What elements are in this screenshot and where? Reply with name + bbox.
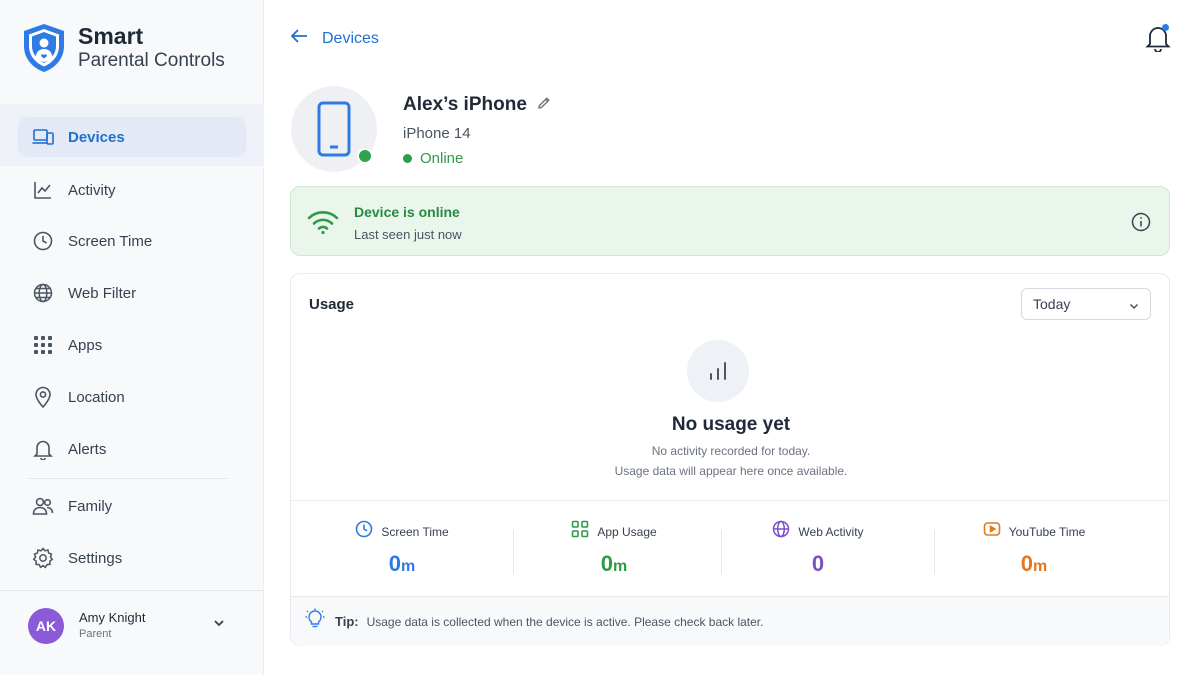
banner-title: Device is online <box>354 204 460 220</box>
gear-icon <box>32 547 54 569</box>
sidebar-item-family[interactable]: Family <box>18 486 246 526</box>
bell-icon <box>32 438 54 460</box>
empty-state-icon <box>687 340 749 402</box>
sidebar-item-label: Screen Time <box>68 232 153 250</box>
stat-label: App Usage <box>597 524 657 539</box>
profile-role: Parent <box>79 628 112 641</box>
usage-title: Usage <box>309 296 355 313</box>
notification-dot <box>1162 24 1169 31</box>
sidebar-item-label: Apps <box>68 336 103 354</box>
chevron-down-icon <box>212 616 226 635</box>
play-icon <box>983 520 1001 543</box>
sidebar-item-location[interactable]: Location <box>18 377 246 417</box>
stat-web-activity: Web Activity 0 <box>713 520 923 580</box>
grid-icon <box>571 520 589 543</box>
clock-icon <box>355 520 373 543</box>
sidebar-item-label: Settings <box>68 549 123 567</box>
device-model: iPhone 14 <box>403 125 471 142</box>
sidebar: Smart Parental Controls Devices Activity <box>0 0 264 675</box>
sidebar-item-label: Location <box>68 388 125 406</box>
line-chart-icon <box>32 179 54 201</box>
nav-divider <box>28 478 228 479</box>
sidebar-item-label: Web Filter <box>68 284 137 302</box>
info-icon <box>1131 212 1151 232</box>
arrow-left-icon <box>290 28 308 49</box>
sidebar-item-web-filter[interactable]: Web Filter <box>18 273 246 313</box>
clock-icon <box>32 230 54 252</box>
status-badge: Online <box>420 150 464 167</box>
device-online-indicator <box>357 148 373 164</box>
status-dot <box>403 154 412 163</box>
sidebar-item-apps[interactable]: Apps <box>18 325 246 365</box>
sidebar-item-alerts[interactable]: Alerts <box>18 429 246 469</box>
stat-label: Screen Time <box>381 524 449 539</box>
brand: Smart Parental Controls <box>20 22 225 74</box>
sidebar-item-screen-time[interactable]: Screen Time <box>18 221 246 261</box>
grid-icon <box>32 334 54 356</box>
period-select-value: Today <box>1033 296 1071 312</box>
stat-app-usage: App Usage 0m <box>509 520 719 580</box>
info-button[interactable] <box>1131 212 1151 237</box>
sidebar-item-activity[interactable]: Activity <box>18 170 246 210</box>
people-icon <box>32 495 54 517</box>
sidebar-item-label: Alerts <box>68 440 107 458</box>
back-to-devices-link[interactable]: Devices <box>290 28 379 49</box>
brand-subtitle: Parental Controls <box>78 49 225 71</box>
period-select[interactable]: Today <box>1021 288 1151 320</box>
stat-screen-time: Screen Time 0m <box>297 520 507 580</box>
online-status-banner: Device is online Last seen just now <box>290 186 1170 256</box>
stat-value: 0m <box>600 551 628 576</box>
bar-chart-icon <box>710 362 726 380</box>
stat-value: 0 <box>811 551 825 576</box>
wifi-icon <box>307 209 339 240</box>
device-name: Alex’s iPhone <box>403 94 527 115</box>
profile-separator <box>0 590 264 591</box>
device-status: Online <box>403 150 463 167</box>
map-pin-icon <box>32 386 54 408</box>
sidebar-item-label: Family <box>68 497 113 515</box>
breadcrumb: Devices <box>322 29 379 47</box>
sidebar-item-label: Devices <box>68 128 125 146</box>
stat-youtube-time: YouTube Time 0m <box>929 520 1139 580</box>
banner-subtitle: Last seen just now <box>354 227 462 242</box>
globe-icon <box>772 520 790 543</box>
empty-state-text: No activity recorded for today. <box>651 444 811 458</box>
pencil-icon <box>537 97 550 109</box>
laptop-phone-icon <box>32 126 54 148</box>
tip-label: Tip: <box>335 614 359 629</box>
profile-name: Amy Knight <box>79 610 146 626</box>
user-profile-menu[interactable]: AK Amy Knight Parent <box>28 606 228 646</box>
stat-value: 0m <box>1020 551 1048 576</box>
device-name-row: Alex’s iPhone <box>403 94 551 116</box>
sidebar-item-devices[interactable]: Devices <box>18 117 246 157</box>
brand-title: Smart <box>78 23 144 50</box>
shield-person-icon <box>24 24 64 72</box>
stat-label: Web Activity <box>798 524 864 539</box>
sidebar-item-settings[interactable]: Settings <box>18 538 246 578</box>
globe-shield-icon <box>32 282 54 304</box>
stats-separator <box>291 500 1169 501</box>
empty-state-title: No usage yet <box>671 414 791 435</box>
lightbulb-icon <box>305 608 325 635</box>
chevron-down-icon <box>1128 299 1140 317</box>
phone-icon <box>317 101 351 157</box>
edit-device-name-button[interactable] <box>537 94 551 116</box>
avatar: AK <box>28 608 64 644</box>
sidebar-item-label: Activity <box>68 181 116 199</box>
tip-text: Usage data is collected when the device … <box>366 614 764 629</box>
usage-card: Usage Today No usage yet No activity rec… <box>290 273 1170 646</box>
stat-label: YouTube Time <box>1008 524 1086 539</box>
stat-value: 0m <box>388 551 416 576</box>
empty-state-text: Usage data will appear here once availab… <box>614 464 848 478</box>
tip-bar: Tip: Usage data is collected when the de… <box>291 596 1169 646</box>
